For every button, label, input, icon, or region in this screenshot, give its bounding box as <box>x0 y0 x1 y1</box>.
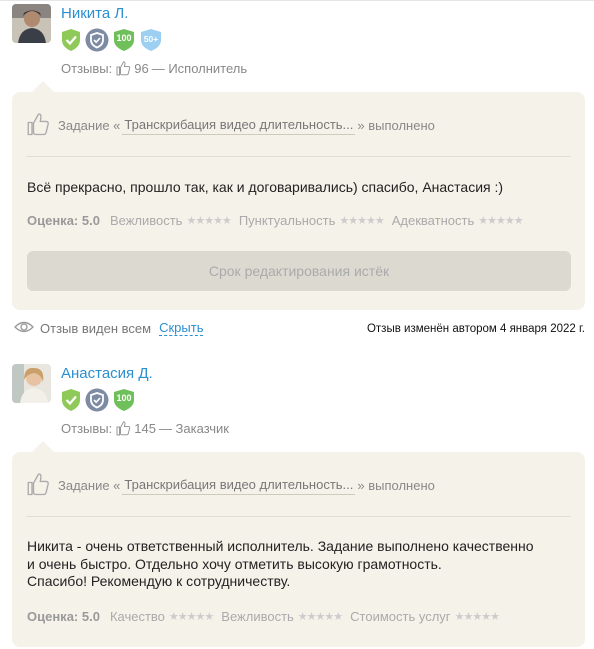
badge-count-text: 100 <box>116 393 132 403</box>
score-label: Оценка: 5.0 <box>27 609 100 624</box>
review-text: Никита - очень ответственный исполнитель… <box>27 538 577 591</box>
verified-check-badge-icon[interactable] <box>61 388 81 412</box>
edited-note: Отзыв изменён автором 4 января 2022 г. <box>366 323 585 335</box>
visibility-row: Отзыв виден всем Скрыть <box>14 320 204 337</box>
user-name-link[interactable]: Никита Л. <box>61 5 128 22</box>
review-text-line: и очень быстро. Отдельно хочу отметить в… <box>27 555 442 572</box>
rating-category: Стоимость услуг <box>350 609 451 624</box>
verified-check-badge-icon[interactable] <box>61 28 81 52</box>
rating-category: Вежливость <box>109 213 183 228</box>
review-card: Задание « Транскрибация видео длительнос… <box>12 441 585 647</box>
task-suffix: » выполнено <box>357 118 435 133</box>
badge-count-text: 100 <box>116 33 132 43</box>
user-name-link[interactable]: Анастасия Д. <box>61 365 153 382</box>
reviews-count[interactable]: 96 <box>134 61 148 76</box>
user-meta: Отзывы: 145 — Заказчик <box>61 420 229 436</box>
review-text: Всё прекрасно, прошло так, как и договар… <box>27 179 504 195</box>
user-badges: 100 <box>61 388 135 412</box>
reviews-label: Отзывы: <box>61 420 113 436</box>
star-rating-icon: ★ ★ ★ ★ ★ <box>454 611 500 623</box>
rating-category: Качество <box>109 609 165 624</box>
rating-category: Адекватность <box>391 213 475 228</box>
count-badge-icon[interactable]: 100 <box>113 28 135 52</box>
star-rating-icon: ★ ★ ★ ★ ★ <box>478 215 523 227</box>
shield-badge-icon[interactable] <box>85 28 109 52</box>
ratings-row: Оценка: 5.0 Качество ★ ★ ★ ★ ★ Вежливость ★ ★… <box>27 609 507 624</box>
eye-icon <box>14 320 34 337</box>
count-badge-icon[interactable]: 50+ <box>139 28 163 52</box>
review-1: Никита Л. 100 50+ Отзывы: 96 — Исполните… <box>0 0 594 320</box>
task-title-link[interactable]: Транскрибация видео длительность... <box>122 477 356 495</box>
star-rating-icon: ★ ★ ★ ★ ★ <box>297 611 343 623</box>
reviews-label: Отзывы: <box>61 60 113 76</box>
review-text-line: Спасибо! Рекомендую к сотрудничеству. <box>27 573 291 589</box>
edit-expired-button[interactable]: Срок редактирования истёк <box>27 251 571 291</box>
avatar[interactable] <box>12 4 51 43</box>
card-notch <box>32 441 54 452</box>
count-badge-icon[interactable]: 100 <box>113 388 135 412</box>
task-suffix: » выполнено <box>357 478 435 493</box>
thumbs-up-icon <box>26 112 50 139</box>
star-rating-icon: ★ ★ ★ ★ ★ <box>339 215 384 227</box>
card-divider <box>26 516 571 517</box>
user-role: — Исполнитель <box>151 60 248 76</box>
star-rating-icon: ★ ★ ★ ★ ★ <box>168 611 214 623</box>
rating-category: Пунктуальность <box>238 213 336 228</box>
user-role: — Заказчик <box>158 420 229 436</box>
avatar[interactable] <box>12 364 51 403</box>
thumbs-up-icon <box>115 60 131 76</box>
thumbs-up-icon <box>115 420 131 436</box>
reviews-count[interactable]: 145 <box>134 421 156 436</box>
task-line: Задание « Транскрибация видео длительнос… <box>26 112 435 139</box>
review-text-line: Никита - очень ответственный исполнитель… <box>27 538 534 554</box>
review-card: Задание « Транскрибация видео длительнос… <box>12 81 585 310</box>
task-prefix: Задание « <box>58 118 121 133</box>
review-2: Анастасия Д. 100 Отзывы: 145 — Заказчик … <box>0 360 594 649</box>
card-divider <box>26 156 571 157</box>
user-badges: 100 50+ <box>61 28 163 52</box>
rating-category: Вежливость <box>221 609 294 624</box>
star-rating-icon: ★ ★ ★ ★ ★ <box>186 215 231 227</box>
visibility-label: Отзыв виден всем <box>40 321 152 336</box>
task-line: Задание « Транскрибация видео длительнос… <box>26 472 435 499</box>
user-meta: Отзывы: 96 — Исполнитель <box>61 60 247 76</box>
shield-badge-icon[interactable] <box>85 388 109 412</box>
score-label: Оценка: 5.0 <box>27 213 100 228</box>
ratings-row: Оценка: 5.0 Вежливость ★ ★ ★ ★ ★ Пунктуально… <box>27 213 531 228</box>
thumbs-up-icon <box>26 472 50 499</box>
badge-count-text: 50+ <box>143 34 159 44</box>
task-prefix: Задание « <box>58 478 121 493</box>
task-title-link[interactable]: Транскрибация видео длительность... <box>122 117 356 135</box>
hide-review-link[interactable]: Скрыть <box>159 321 204 336</box>
card-notch <box>32 81 54 92</box>
